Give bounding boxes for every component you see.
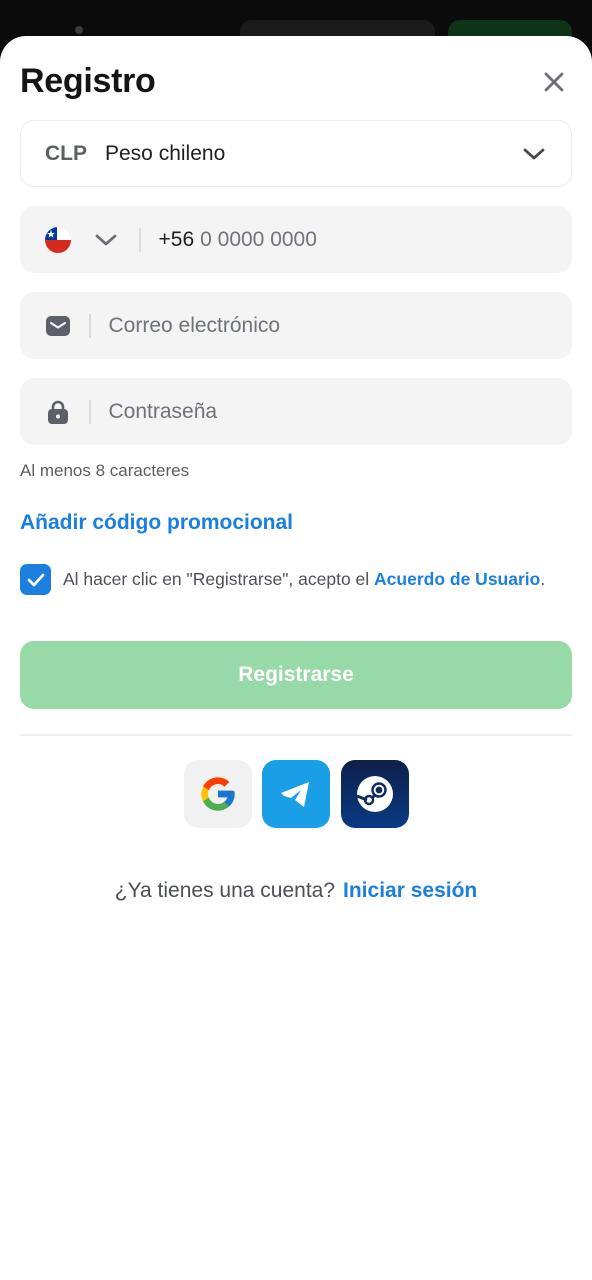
phone-prefix: +56	[158, 227, 195, 251]
steam-login-button[interactable]	[341, 760, 409, 828]
divider	[89, 313, 91, 338]
currency-code: CLP	[45, 141, 87, 165]
terms-checkbox[interactable]	[20, 564, 51, 595]
add-promo-code-link[interactable]: Añadir código promocional	[20, 511, 293, 535]
telegram-icon	[281, 782, 309, 807]
google-icon	[201, 777, 235, 811]
register-button[interactable]: Registrarse	[20, 641, 572, 709]
phone-input[interactable]: 0 0000 0000	[200, 228, 317, 252]
currency-select[interactable]: CLP Peso chileno	[20, 120, 572, 187]
chevron-down-icon[interactable]	[93, 227, 119, 253]
email-input[interactable]: Correo electrónico	[109, 314, 281, 338]
steam-icon	[356, 776, 393, 812]
google-login-button[interactable]	[184, 760, 252, 828]
phone-field[interactable]: +56 0 0000 0000	[20, 206, 572, 273]
backdrop-dot	[75, 26, 83, 34]
checkmark-icon	[27, 573, 44, 586]
close-icon	[544, 72, 564, 92]
divider	[89, 399, 91, 424]
chile-flag-icon[interactable]	[45, 226, 71, 253]
user-agreement-link[interactable]: Acuerdo de Usuario	[374, 569, 540, 589]
lock-icon	[45, 399, 71, 425]
currency-name: Peso chileno	[105, 141, 226, 165]
login-prompt: ¿Ya tienes una cuenta? Iniciar sesión	[0, 879, 592, 903]
registration-sheet: Registro CLP Peso chileno +56 0 0000 000…	[0, 36, 592, 1280]
divider	[139, 227, 141, 252]
divider	[20, 734, 572, 736]
terms-label: Al hacer clic en "Registrarse", acepto e…	[63, 569, 375, 589]
terms-suffix: .	[540, 569, 546, 589]
page-title: Registro	[20, 62, 156, 100]
email-field[interactable]: Correo electrónico	[20, 292, 572, 359]
password-field[interactable]: Contraseña	[20, 378, 572, 445]
telegram-login-button[interactable]	[262, 760, 330, 828]
terms-text: Al hacer clic en "Registrarse", acepto e…	[63, 567, 563, 592]
password-hint: Al menos 8 caracteres	[20, 461, 190, 480]
close-button[interactable]	[536, 64, 572, 100]
login-link[interactable]: Iniciar sesión	[343, 879, 477, 902]
chevron-down-icon	[521, 141, 547, 167]
envelope-icon	[45, 313, 71, 339]
password-input[interactable]: Contraseña	[109, 400, 218, 424]
login-question: ¿Ya tienes una cuenta?	[114, 879, 336, 902]
